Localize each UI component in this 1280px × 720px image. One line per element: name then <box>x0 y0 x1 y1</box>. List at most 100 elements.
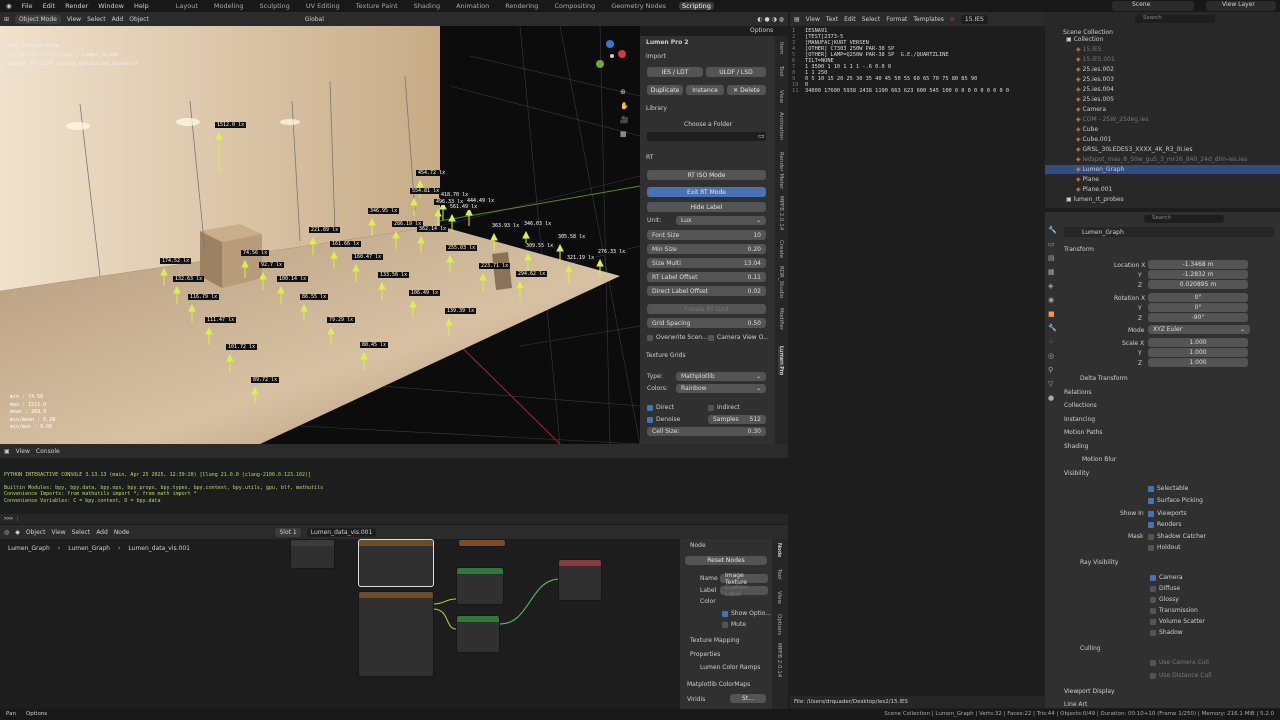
viewport-menu-add[interactable]: Add <box>112 16 124 23</box>
scene-collection[interactable]: Scene Collection <box>1063 29 1113 36</box>
rt-field[interactable]: Min Size 0.20 <box>647 244 766 254</box>
section-rt[interactable]: RT <box>646 154 653 161</box>
tab-compositing[interactable]: Compositing <box>551 2 598 10</box>
scale-y[interactable]: 1.000 <box>1148 348 1248 357</box>
rt-field[interactable]: RT Label Offset 0.11 <box>647 272 766 282</box>
modifier-icon[interactable]: 🔧 <box>1048 324 1057 332</box>
outliner-item[interactable]: ◈ 25.ies.002 <box>1076 66 1114 73</box>
location-x[interactable]: -1.3468 m <box>1148 260 1248 269</box>
tab-shading[interactable]: Shading <box>411 2 443 10</box>
section-node[interactable]: Node <box>690 542 706 549</box>
slot-select[interactable]: Slot 1 <box>275 527 301 537</box>
node-material-output[interactable] <box>558 559 602 601</box>
hide-label-button[interactable]: Hide Label <box>647 202 766 212</box>
outliner-search[interactable]: Search <box>1135 15 1215 23</box>
node-name-field[interactable]: Image Texture <box>720 572 768 586</box>
section-line-art[interactable]: Line Art <box>1064 701 1087 708</box>
tool-icon[interactable]: 🔧 <box>1048 226 1057 234</box>
selectable-checkbox[interactable]: Selectable <box>1148 485 1188 492</box>
section-ray-visibility[interactable]: Ray Visibility <box>1080 559 1118 566</box>
blender-logo-icon[interactable]: ◉ <box>6 2 12 10</box>
viewport-menu-view[interactable]: View <box>67 16 81 23</box>
indirect-checkbox[interactable]: Indirect <box>708 404 740 411</box>
tab-geometry-nodes[interactable]: Geometry Nodes <box>608 2 669 10</box>
use-distance-cull-checkbox[interactable]: Use Distance Cull <box>1150 672 1212 679</box>
outliner-item[interactable]: ◈ Plane <box>1076 176 1099 183</box>
tab-node[interactable]: Node <box>776 543 782 557</box>
use-camera-cull-checkbox[interactable]: Use Camera Cull <box>1150 659 1209 666</box>
glossy-checkbox[interactable]: Glossy <box>1150 596 1179 603</box>
section-delta-transform[interactable]: Delta Transform <box>1080 375 1128 382</box>
tab-create[interactable]: Create <box>778 240 784 258</box>
scale-x[interactable]: 1.000 <box>1148 338 1248 347</box>
section-visibility[interactable]: Visibility <box>1064 470 1089 477</box>
tab-view[interactable]: View <box>776 591 782 604</box>
rt-iso-mode-button[interactable]: RT ISO Mode <box>647 170 766 180</box>
tab-sculpting[interactable]: Sculpting <box>256 2 292 10</box>
editor-type-icon[interactable]: ◎ <box>4 529 9 536</box>
type-select[interactable]: Mathplotlib ⌄ <box>676 372 766 381</box>
outliner-item[interactable]: ◈ Camera <box>1076 106 1106 113</box>
overwrite-scene-checkbox[interactable]: Overwrite Scen... <box>647 334 708 341</box>
view-layer-icon[interactable]: ▦ <box>1048 268 1056 276</box>
transform-orientation[interactable]: Global <box>305 16 324 23</box>
text-file-select[interactable]: 15.IES <box>960 14 988 24</box>
editor-type-icon[interactable]: ▣ <box>4 448 10 455</box>
section-relations[interactable]: Relations <box>1064 389 1092 396</box>
menu-file[interactable]: File <box>22 2 33 10</box>
section-import[interactable]: Import <box>646 53 666 60</box>
grid-spacing-field[interactable]: Grid Spacing 0.50 <box>647 318 766 328</box>
section-culling[interactable]: Culling <box>1080 645 1101 652</box>
holdout-checkbox[interactable]: Holdout <box>1148 544 1180 551</box>
section-color-ramps[interactable]: Lumen Color Ramps <box>700 664 760 671</box>
shadow-catcher-checkbox[interactable]: Shadow Catcher <box>1148 533 1206 540</box>
output-icon[interactable]: ▤ <box>1048 254 1056 262</box>
shadow-checkbox[interactable]: Shadow <box>1150 629 1183 636</box>
colors-select[interactable]: Rainbow ⌄ <box>676 384 766 393</box>
uldf-lsd-button[interactable]: ULDF / LSD <box>706 67 766 77</box>
text-menu-templates[interactable]: Templates <box>913 16 944 23</box>
outliner-item[interactable]: ▣ lumen_rt_probes <box>1066 196 1124 203</box>
grid-icon[interactable]: ▦ <box>620 130 629 138</box>
menu-render[interactable]: Render <box>65 2 88 10</box>
renders-checkbox[interactable]: Renders <box>1148 521 1182 528</box>
section-motion-paths[interactable]: Motion Paths <box>1064 429 1103 436</box>
zoom-icon[interactable]: ⊕ <box>620 88 629 96</box>
tab-texture-paint[interactable]: Texture Paint <box>353 2 401 10</box>
section-collections[interactable]: Collections <box>1064 402 1097 409</box>
section-motion-blur[interactable]: Motion Blur <box>1082 456 1116 463</box>
scene-icon[interactable]: ◈ <box>1048 282 1056 290</box>
volume-scatter-checkbox[interactable]: Volume Scatter <box>1150 618 1205 625</box>
duplicate-button[interactable]: Duplicate <box>647 85 683 95</box>
st-button[interactable]: St... <box>730 694 766 703</box>
tab-tool[interactable]: Tool <box>778 66 784 77</box>
camera-view-checkbox[interactable]: Camera View O... <box>708 334 769 341</box>
node-canvas[interactable]: Lumen_Graph › Lumen_Graph › Lumen_data_vis… <box>0 539 680 709</box>
text-menu-text[interactable]: Text <box>826 16 838 23</box>
outliner-item[interactable]: ◈ Cube <box>1076 126 1098 133</box>
scene-selector[interactable]: Scene <box>1112 1 1194 11</box>
menu-help[interactable]: Help <box>134 2 149 10</box>
viewport-menu-select[interactable]: Select <box>87 16 106 23</box>
section-texture-grids[interactable]: Texture Grids <box>646 352 686 359</box>
section-viewport-display[interactable]: Viewport Display <box>1064 688 1115 695</box>
reset-nodes-button[interactable]: Reset Nodes <box>685 556 767 565</box>
text-menu-view[interactable]: View <box>806 16 820 23</box>
location-y[interactable]: -1.2832 m <box>1148 270 1248 279</box>
rt-field[interactable]: Font Size 10 <box>647 230 766 240</box>
node-image-texture-top[interactable] <box>358 539 434 587</box>
menu-edit[interactable]: Edit <box>43 2 56 10</box>
instance-button[interactable]: Instance <box>686 85 724 95</box>
material-select[interactable]: Lumen_data_vis.001 <box>306 527 377 537</box>
text-menu-format[interactable]: Format <box>886 16 907 23</box>
outliner-item[interactable]: ◈ 25.ies.005 <box>1076 96 1114 103</box>
outliner-item[interactable]: ◈ 25.ies.003 <box>1076 76 1114 83</box>
outliner-item[interactable]: ◈ ledspot_mas_8_50w_gu5_3_mr16_840_24d_d… <box>1076 156 1247 163</box>
rotation-x[interactable]: 0° <box>1148 293 1248 302</box>
folder-path-field[interactable] <box>647 132 766 141</box>
menu-window[interactable]: Window <box>98 2 124 10</box>
tab-layout[interactable]: Layout <box>173 2 201 10</box>
section-texture-mapping[interactable]: Texture Mapping <box>690 637 740 644</box>
console-menu-console[interactable]: Console <box>36 448 60 455</box>
section-instancing[interactable]: Instancing <box>1064 416 1095 423</box>
